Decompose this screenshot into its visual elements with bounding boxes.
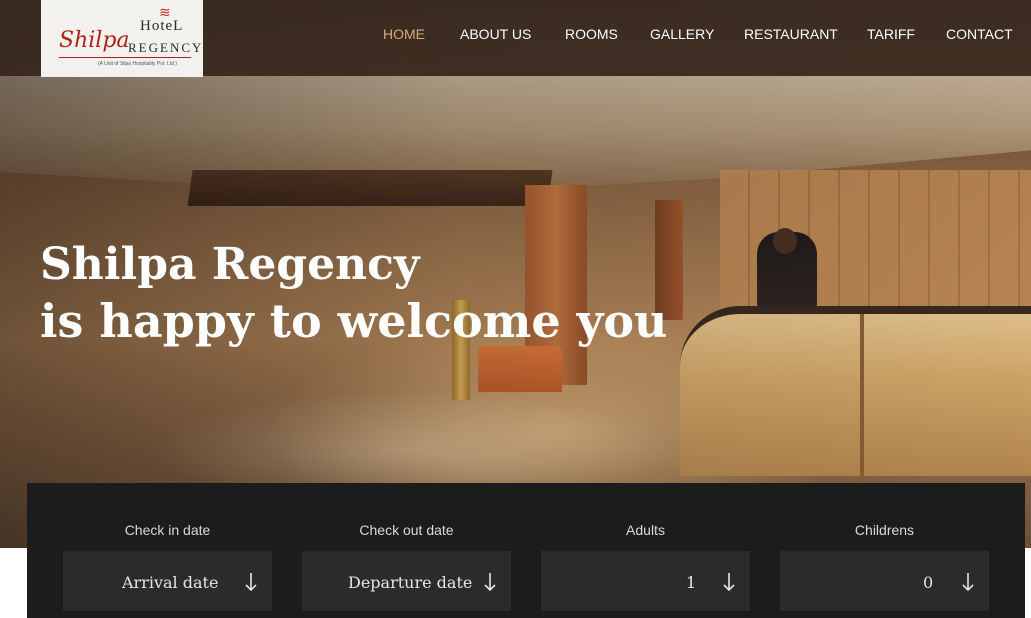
arrow-down-icon — [245, 573, 257, 592]
adults-select[interactable]: 1 — [541, 551, 750, 611]
nav-home[interactable]: HOME — [383, 26, 425, 42]
logo-divider — [59, 57, 191, 58]
adults-value: 1 — [686, 573, 697, 592]
check-out-value: Departure date — [348, 573, 473, 592]
booking-form: Check in date Arrival date Check out dat… — [27, 483, 1025, 618]
children-label: Childrens — [854, 522, 915, 538]
check-in-field: Check in date Arrival date — [63, 483, 272, 618]
arrow-down-icon — [962, 573, 974, 592]
hero-headline: Shilpa Regency is happy to welcome you — [40, 237, 740, 349]
nav-gallery[interactable]: GALLERY — [650, 26, 714, 42]
check-out-label: Check out date — [359, 522, 454, 538]
logo-subtitle: (A Unit of Silpa Hospitality Pvt. Ltd.) — [98, 61, 177, 67]
check-in-label: Check in date — [124, 522, 211, 538]
hero-headline-line1: Shilpa Regency — [40, 239, 420, 290]
check-in-select[interactable]: Arrival date — [63, 551, 272, 611]
site-header: ≋ HoteL Shilpa REGENCY (A Unit of Silpa … — [0, 0, 1031, 77]
check-in-value: Arrival date — [122, 573, 219, 592]
hero-headline-line2: is happy to welcome you — [40, 294, 668, 348]
children-field: Childrens 0 — [780, 483, 989, 618]
children-value: 0 — [923, 573, 934, 592]
nav-contact[interactable]: CONTACT — [946, 26, 1013, 42]
adults-label: Adults — [626, 522, 665, 538]
nav-rooms[interactable]: ROOMS — [565, 26, 618, 42]
nav-tariff[interactable]: TARIFF — [867, 26, 915, 42]
main-nav: HOME ABOUT US ROOMS GALLERY RESTAURANT T… — [0, 26, 1031, 44]
nav-about-us[interactable]: ABOUT US — [460, 26, 531, 42]
nav-restaurant[interactable]: RESTAURANT — [744, 26, 838, 42]
arrow-down-icon — [484, 573, 496, 592]
check-out-field: Check out date Departure date — [302, 483, 511, 618]
adults-field: Adults 1 — [541, 483, 750, 618]
check-out-select[interactable]: Departure date — [302, 551, 511, 611]
arrow-down-icon — [723, 573, 735, 592]
children-select[interactable]: 0 — [780, 551, 989, 611]
